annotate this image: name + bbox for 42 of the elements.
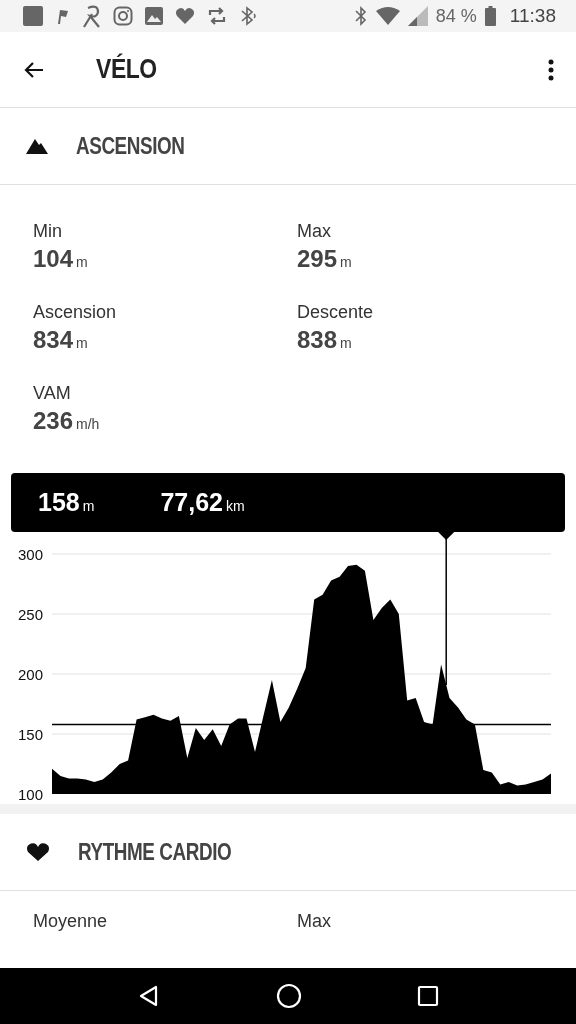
y-tick-label: 300 <box>18 546 44 563</box>
stat-value: 295 m <box>297 245 353 273</box>
image-icon <box>144 6 164 26</box>
square-icon <box>22 5 44 27</box>
y-tick-label: 200 <box>18 666 44 683</box>
stat-value: 838 m <box>297 326 353 354</box>
y-tick-label: 150 <box>18 726 44 743</box>
y-tick-label: 250 <box>18 606 44 623</box>
stat-label: VAM <box>33 383 72 404</box>
stat-label: Ascension <box>33 302 118 323</box>
stat-label: Max <box>297 911 332 932</box>
stat-label: Max <box>297 221 332 242</box>
flag-icon <box>55 7 71 25</box>
wifi-icon <box>375 7 400 25</box>
mountain-icon <box>26 137 48 155</box>
stat-value: 104 m <box>33 245 89 273</box>
square-outline-icon <box>416 985 439 1007</box>
battery-percent: 84 % <box>435 5 477 27</box>
section-title: RYTHME CARDIO <box>78 838 232 866</box>
y-tick-label: 100 <box>18 786 44 802</box>
camera-icon <box>113 6 133 26</box>
section-title: ASCENSION <box>76 132 185 160</box>
stat-label: Descente <box>297 302 375 323</box>
bluetooth-audio-icon <box>239 6 259 26</box>
cursor-altitude: 158 m <box>38 488 95 517</box>
stat-label: Min <box>33 221 63 242</box>
heart-icon <box>26 842 50 862</box>
cursor-distance: 77,62 km <box>160 488 245 517</box>
stat-value: 834 m <box>33 326 89 354</box>
repeat-icon <box>206 6 228 26</box>
clock: 11:38 <box>509 5 556 27</box>
cursor-line[interactable] <box>438 532 455 686</box>
more-icon <box>548 58 554 81</box>
screen-title: VÉLO <box>96 54 157 85</box>
stat-value: 236 m/h <box>33 407 101 435</box>
r-logo-icon <box>82 4 102 28</box>
heart-icon <box>175 7 195 25</box>
stat-label: Moyenne <box>33 911 109 932</box>
signal-icon <box>407 6 428 26</box>
bluetooth-icon <box>353 6 368 26</box>
circle-icon <box>276 983 302 1009</box>
battery-icon <box>484 6 496 26</box>
